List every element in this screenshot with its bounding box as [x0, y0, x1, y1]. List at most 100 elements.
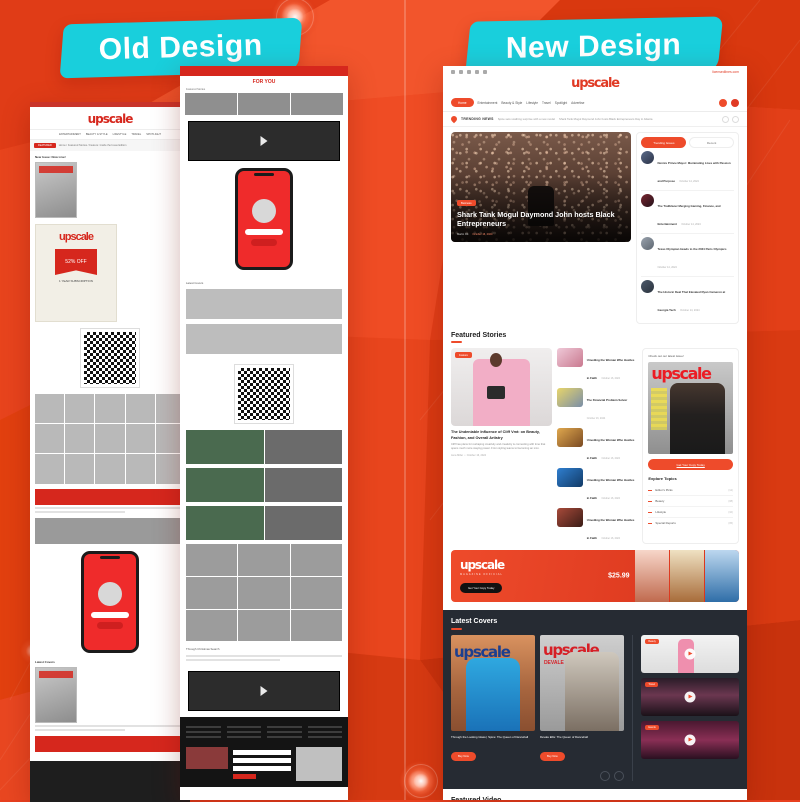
side-video[interactable]: Events [640, 720, 739, 759]
facebook-icon[interactable] [451, 70, 455, 74]
sidebar-item[interactable]: The Trailblazer Merging Gaming, Finance,… [641, 193, 734, 234]
old2-video-row[interactable] [186, 506, 342, 540]
footer-link[interactable] [267, 736, 302, 739]
sidebar-item[interactable]: The Historic Deal That Elevated Ryan Cam… [641, 279, 734, 319]
old-design-screenshot-right[interactable]: FOR YOU Featured Stories Latest Covers T… [180, 66, 348, 800]
featured-list-item[interactable]: Unveiling the Woman Who Hustles in Faith… [556, 428, 638, 464]
side-video[interactable]: Beauty [640, 634, 739, 673]
latest-issue-cover[interactable]: upscale [648, 362, 733, 455]
nav-item-home[interactable]: Home [451, 98, 474, 108]
topic-row[interactable]: Editor's Picks (12) [648, 485, 733, 497]
new-main-nav[interactable]: Home Entertainment Beauty & Style Lifest… [443, 95, 747, 113]
tab-trending-issues[interactable]: Trending Issues [641, 137, 687, 148]
video-cell[interactable] [186, 506, 264, 540]
side-video[interactable]: Travel [640, 677, 739, 716]
email-field[interactable] [233, 766, 291, 772]
old-nav-item[interactable]: ENTERTAINMENT [59, 133, 81, 136]
nav-item-entertainment[interactable]: Entertainment [478, 101, 498, 105]
cover-card[interactable]: upscale Through the Looking Glass | Spic… [451, 634, 535, 762]
featured-list-item[interactable]: Unveiling the Woman Who Hustles in Faith… [556, 508, 638, 544]
footer-link[interactable] [226, 726, 261, 729]
old-nav-item[interactable]: LIFESTYLE [113, 133, 127, 136]
covers-carousel-nav[interactable] [451, 770, 624, 781]
topic-row[interactable]: Beauty (08) [648, 496, 733, 508]
nav-item-beauty-style[interactable]: Beauty & Style [501, 101, 522, 105]
footer-link[interactable] [226, 731, 261, 734]
footer-link[interactable] [226, 736, 261, 739]
buy-now-button[interactable]: Buy Now [539, 752, 565, 761]
user-icon[interactable] [731, 98, 739, 107]
search-icon[interactable] [719, 98, 727, 107]
last-name-field[interactable] [233, 758, 291, 764]
footer-link[interactable] [267, 731, 302, 734]
phone-email-field[interactable] [91, 611, 129, 618]
phone-subscribe-button[interactable] [97, 621, 123, 629]
first-name-field[interactable] [233, 750, 291, 756]
buy-now-button[interactable]: Buy Now [451, 752, 476, 761]
old-subscribe-card[interactable]: upscale 52% OFF 1 YEAR SUBSCRIPTION [35, 224, 117, 322]
prev-icon[interactable] [722, 115, 729, 123]
featured-main-article[interactable]: Feature The Undeniable Influence of Clif… [451, 348, 552, 544]
phone-email-field[interactable] [245, 229, 283, 235]
footer-link[interactable] [307, 726, 342, 729]
old-nav-item[interactable]: BEAUTY & STYLE [86, 133, 108, 136]
old-nav-item[interactable]: SPOTLIGHT [146, 133, 161, 136]
old-magazine-cover[interactable] [35, 162, 77, 218]
play-icon[interactable] [684, 734, 696, 746]
footer-link[interactable] [186, 736, 221, 739]
play-icon[interactable] [684, 648, 696, 660]
nav-item-lifestyle[interactable]: Lifestyle [526, 101, 538, 105]
twitter-icon[interactable] [475, 70, 479, 74]
trending-nav[interactable] [722, 115, 739, 123]
linkedin-icon[interactable] [483, 70, 487, 74]
old2-card[interactable] [186, 289, 342, 319]
old-nav-item[interactable]: TRAVEL [131, 133, 141, 136]
old2-video-row[interactable] [186, 430, 342, 464]
footer-link[interactable] [307, 731, 342, 734]
signup-button[interactable] [233, 774, 257, 780]
next-icon[interactable] [732, 115, 739, 123]
sidebar-item[interactable]: Texas Olympian Heads to the 2024 Paris O… [641, 236, 734, 277]
new-design-screenshot[interactable]: licensedlines.com upscale Home Entertain… [443, 66, 747, 800]
old-logo[interactable]: upscale [30, 112, 190, 126]
sidebar-item[interactable]: Dennis Prince Mayor: Illuminating Lives … [641, 150, 734, 191]
featured-list-item[interactable]: Unveiling the Woman Who Hustles in Faith… [556, 348, 638, 384]
old-cover-thumb[interactable] [35, 666, 77, 723]
topic-row[interactable]: Special Reports (05) [648, 518, 733, 528]
old2-card[interactable] [186, 324, 342, 354]
footer-link[interactable] [307, 736, 342, 739]
nav-item-spotlight[interactable]: Spotlight [555, 101, 567, 105]
trending-item[interactable]: Spice sets scathing surprise with a new … [498, 117, 555, 121]
old-design-screenshot-left[interactable]: upscale ENTERTAINMENT BEAUTY & STYLE LIF… [30, 102, 190, 802]
phone-subscribe-button[interactable] [251, 239, 277, 246]
topic-row[interactable]: Lifestyle (10) [648, 507, 733, 519]
video-cell[interactable] [264, 506, 342, 540]
footer-link[interactable] [267, 726, 302, 729]
video-cell[interactable] [264, 430, 342, 464]
old2-video-row[interactable] [186, 468, 342, 502]
featured-list-item[interactable]: The Financial Problem Solver October 16,… [556, 388, 638, 424]
youtube-icon[interactable] [467, 70, 471, 74]
footer-link[interactable] [186, 726, 221, 729]
new-logo[interactable]: upscale [443, 76, 747, 91]
carousel-prev-icon[interactable] [599, 770, 610, 781]
sidebar-tabs[interactable]: Trending Issues Recent [641, 137, 735, 148]
cover-card[interactable]: upscale DEVALE ELLIS Devale Ellis: The Q… [539, 634, 624, 762]
promo-cta-button[interactable]: Get Your Copy Today [460, 583, 503, 594]
site-url[interactable]: licensedlines.com [712, 70, 739, 74]
tab-recent[interactable]: Recent [689, 137, 735, 148]
play-icon[interactable] [684, 691, 696, 703]
footer-link[interactable] [186, 731, 221, 734]
old-nav[interactable]: ENTERTAINMENT BEAUTY & STYLE LIFESTYLE T… [30, 130, 190, 140]
video-cell[interactable] [186, 468, 264, 502]
old2-video-embed[interactable] [188, 671, 340, 712]
hero-article[interactable]: Business Shark Tank Mogul Daymond John h… [451, 132, 632, 243]
footer-form-fields[interactable] [233, 747, 291, 781]
nav-item-advertise[interactable]: Advertise [571, 101, 584, 105]
video-cell[interactable] [264, 468, 342, 502]
nav-item-travel[interactable]: Travel [542, 101, 551, 105]
social-links[interactable] [451, 70, 487, 74]
carousel-next-icon[interactable] [613, 770, 624, 781]
featured-list-item[interactable]: Unveiling the Woman Who Hustles in Faith… [556, 468, 638, 504]
subscription-promo-banner[interactable]: upscale MAGAZINE OFFICIAL Get Your Copy … [451, 550, 739, 603]
